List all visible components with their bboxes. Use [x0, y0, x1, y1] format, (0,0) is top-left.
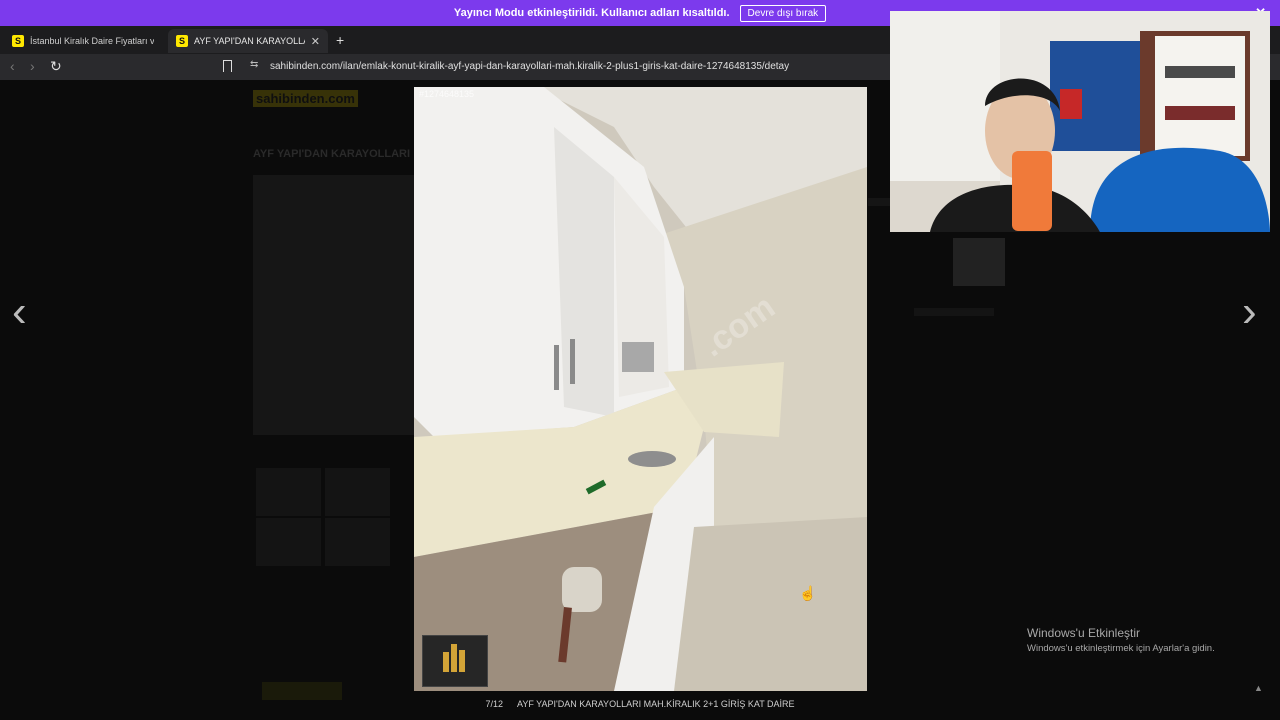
background-thumbnail — [325, 468, 390, 516]
photo-counter: 7/12 — [485, 699, 503, 709]
new-tab-icon[interactable]: + — [336, 32, 344, 48]
reload-icon[interactable]: ↻ — [50, 58, 62, 75]
background-agency-thumb — [953, 238, 1005, 286]
banner-text: Yayıncı Modu etkinleştirildi. Kullanıcı … — [453, 7, 730, 19]
previous-photo-arrow-icon[interactable]: ‹ — [12, 290, 27, 334]
background-thumbnail — [256, 468, 321, 516]
site-logo: sahibinden.com — [253, 90, 358, 107]
background-agency-name — [914, 308, 994, 316]
background-thumbnail — [325, 518, 390, 566]
site-info-icon[interactable]: ⇆ — [250, 59, 258, 70]
tab-istanbul-kiralik[interactable]: S İstanbul Kiralık Daire Fiyatları ve Ki… — [4, 29, 162, 53]
scroll-to-top-icon[interactable]: ▲ — [1254, 683, 1263, 693]
agency-logo — [422, 635, 488, 687]
forward-icon[interactable]: › — [30, 58, 35, 74]
back-icon[interactable]: ‹ — [10, 58, 15, 74]
streamer-webcam — [890, 11, 1270, 232]
photo-caption: AYF YAPI'DAN KARAYOLLARI MAH.KİRALIK 2+1… — [516, 699, 795, 709]
bookmark-icon[interactable] — [223, 60, 232, 72]
gallery-caption: 7/12 AYF YAPI'DAN KARAYOLLARI MAH.KİRALI… — [0, 699, 1280, 709]
url-field[interactable]: sahibinden.com/ilan/emlak-konut-kiralik-… — [270, 61, 789, 72]
webcam-overlay — [890, 11, 1270, 232]
tab-title: AYF YAPI'DAN KARAYOLLARI M — [194, 36, 305, 46]
background-tab-active — [262, 682, 342, 700]
windows-activation-subtitle: Windows'u etkinleştirmek için Ayarlar'a … — [1027, 643, 1215, 654]
windows-activation-title: Windows'u Etkinleştir — [1027, 626, 1140, 640]
sahibinden-favicon-icon: S — [176, 35, 188, 47]
next-photo-arrow-icon[interactable]: › — [1242, 290, 1257, 334]
listing-id: #1274648135 — [419, 89, 475, 99]
background-listing-title: AYF YAPI'DAN KARAYOLLARI — [253, 148, 411, 160]
disable-streamer-mode-button[interactable]: Devre dışı bırak — [739, 4, 827, 22]
background-main-photo — [253, 175, 418, 435]
hand-cursor-icon: ☝ — [799, 585, 817, 601]
background-thumbnail — [256, 518, 321, 566]
sahibinden-favicon-icon: S — [12, 35, 24, 47]
tab-title: İstanbul Kiralık Daire Fiyatları ve Kira… — [30, 36, 154, 46]
close-tab-icon[interactable]: ✕ — [311, 35, 320, 48]
tab-listing-active[interactable]: S AYF YAPI'DAN KARAYOLLARI M ✕ — [168, 29, 328, 53]
